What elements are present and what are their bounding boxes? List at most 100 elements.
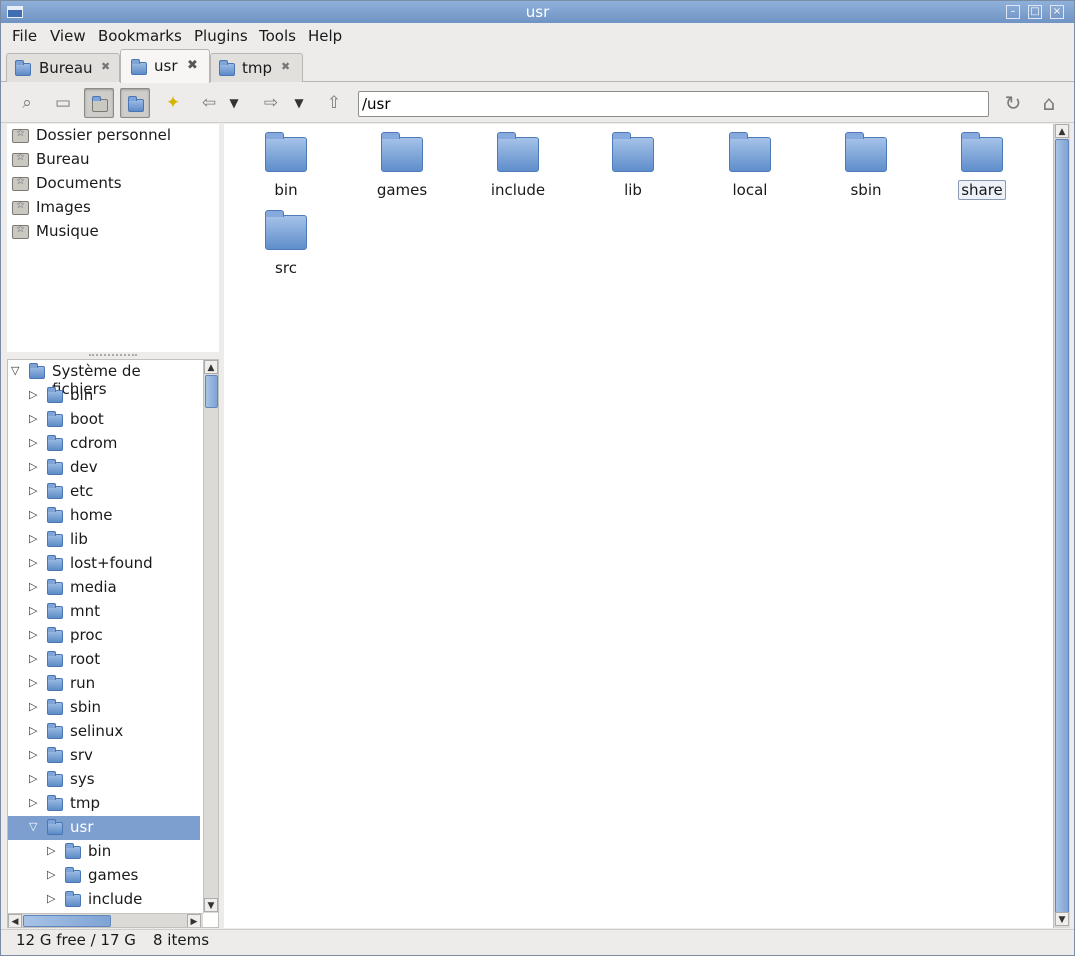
tree-root[interactable]: ▽ Système de fichiers: [8, 360, 200, 398]
expand-icon[interactable]: ▷: [29, 700, 37, 713]
place-home[interactable]: Dossier personnel: [7, 124, 219, 148]
maximize-icon[interactable]: □: [1028, 5, 1042, 19]
tree-item[interactable]: ▷ run: [8, 672, 200, 696]
expand-icon[interactable]: ▷: [29, 412, 37, 425]
expand-icon[interactable]: ▷: [47, 892, 55, 905]
file-view-scrollbar[interactable]: ▲ ▼: [1053, 124, 1070, 928]
tree-item[interactable]: ▷ dev: [8, 456, 200, 480]
expand-icon[interactable]: ▷: [29, 484, 37, 497]
folder-item[interactable]: local: [700, 124, 800, 200]
folder-item[interactable]: include: [468, 124, 568, 200]
expand-icon[interactable]: ▷: [29, 388, 37, 401]
collapse-icon[interactable]: ▽: [29, 820, 37, 833]
scroll-thumb[interactable]: [1055, 139, 1069, 913]
tree-item[interactable]: ▷ lost+found: [8, 552, 200, 576]
place-musique[interactable]: Musique: [7, 220, 219, 244]
find-icon[interactable]: ⌕: [12, 88, 42, 118]
minimize-icon[interactable]: –: [1006, 5, 1020, 19]
back-dropdown-icon[interactable]: ▼: [225, 88, 243, 118]
collapse-icon[interactable]: ▽: [11, 364, 19, 377]
scroll-thumb[interactable]: [205, 375, 218, 408]
tab-bureau[interactable]: Bureau ✖: [6, 53, 120, 82]
title-bar[interactable]: usr – □ ×: [1, 1, 1074, 23]
expand-icon[interactable]: ▷: [29, 748, 37, 761]
expand-icon[interactable]: ▷: [29, 556, 37, 569]
expand-icon[interactable]: ▷: [29, 676, 37, 689]
expand-icon[interactable]: ▷: [29, 628, 37, 641]
folder-item[interactable]: src: [236, 202, 336, 278]
tree-item[interactable]: ▷ srv: [8, 744, 200, 768]
tree-item-selected[interactable]: ▽ usr: [8, 816, 200, 840]
scroll-up-icon[interactable]: ▲: [1055, 124, 1069, 138]
expand-icon[interactable]: ▷: [47, 844, 55, 857]
tree-item[interactable]: ▷ tmp: [8, 792, 200, 816]
bookmark-icon[interactable]: ✦: [158, 88, 188, 118]
expand-icon[interactable]: ▷: [29, 604, 37, 617]
expand-icon[interactable]: ▷: [29, 724, 37, 737]
menu-bookmarks[interactable]: Bookmarks: [98, 27, 182, 45]
tab-close-icon[interactable]: ✖: [187, 58, 198, 73]
tab-usr[interactable]: usr ✖: [120, 49, 210, 83]
scroll-thumb[interactable]: [23, 915, 111, 927]
tree-item[interactable]: ▷ etc: [8, 480, 200, 504]
tree-item[interactable]: ▷ cdrom: [8, 432, 200, 456]
home-icon[interactable]: ⌂: [1034, 88, 1064, 118]
menu-help[interactable]: Help: [308, 27, 342, 45]
tree-item[interactable]: ▷ proc: [8, 624, 200, 648]
reload-icon[interactable]: ↻: [998, 88, 1028, 118]
expand-icon[interactable]: ▷: [29, 532, 37, 545]
tree-item[interactable]: ▷ sbin: [8, 696, 200, 720]
menu-file[interactable]: File: [12, 27, 37, 45]
tree-item[interactable]: ▷ sys: [8, 768, 200, 792]
expand-icon[interactable]: ▷: [29, 436, 37, 449]
tree-item[interactable]: ▷ media: [8, 576, 200, 600]
folder-item[interactable]: lib: [583, 124, 683, 200]
folder-item-selected[interactable]: share: [932, 124, 1032, 200]
panel-splitter[interactable]: [7, 352, 219, 359]
tree-vertical-scrollbar[interactable]: ▲ ▼: [203, 360, 218, 913]
place-bureau[interactable]: Bureau: [7, 148, 219, 172]
expand-icon[interactable]: ▷: [47, 868, 55, 881]
tree-item[interactable]: ▷ mnt: [8, 600, 200, 624]
tree-item[interactable]: ▷ root: [8, 648, 200, 672]
expand-icon[interactable]: ▷: [29, 772, 37, 785]
expand-icon[interactable]: ▷: [29, 580, 37, 593]
scroll-up-icon[interactable]: ▲: [204, 360, 218, 374]
folder-item[interactable]: sbin: [816, 124, 916, 200]
tree-child-item[interactable]: ▷ games: [8, 864, 200, 888]
tree-item[interactable]: ▷ lib: [8, 528, 200, 552]
tree-child-item[interactable]: ▷ include: [8, 888, 200, 912]
tab-close-icon[interactable]: ✖: [101, 60, 110, 73]
expand-icon[interactable]: ▷: [29, 460, 37, 473]
scroll-down-icon[interactable]: ▼: [204, 898, 218, 912]
tree-icon[interactable]: [120, 88, 150, 118]
forward-icon[interactable]: ⇨: [256, 88, 286, 118]
up-icon[interactable]: ⇧: [319, 88, 349, 118]
place-documents[interactable]: Documents: [7, 172, 219, 196]
menu-view[interactable]: View: [50, 27, 86, 45]
expand-icon[interactable]: ▷: [29, 652, 37, 665]
tree-item[interactable]: ▷ bin: [8, 384, 200, 408]
forward-dropdown-icon[interactable]: ▼: [290, 88, 308, 118]
tree-horizontal-scrollbar[interactable]: ◀ ▶: [8, 913, 203, 927]
app-icon[interactable]: [7, 6, 23, 18]
place-images[interactable]: Images: [7, 196, 219, 220]
tab-close-icon[interactable]: ✖: [281, 60, 290, 73]
back-icon[interactable]: ⇦: [194, 88, 224, 118]
scroll-left-icon[interactable]: ◀: [8, 914, 22, 927]
scroll-down-icon[interactable]: ▼: [1055, 912, 1069, 926]
scroll-right-icon[interactable]: ▶: [187, 914, 201, 927]
expand-icon[interactable]: ▷: [29, 508, 37, 521]
tree-child-item[interactable]: ▷ bin: [8, 840, 200, 864]
close-icon[interactable]: ×: [1050, 5, 1064, 19]
disk-icon[interactable]: ▭: [48, 88, 78, 118]
tree-item[interactable]: ▷ boot: [8, 408, 200, 432]
folder-item[interactable]: games: [352, 124, 452, 200]
tree-item[interactable]: ▷ selinux: [8, 720, 200, 744]
places-icon[interactable]: [84, 88, 114, 118]
menu-tools[interactable]: Tools: [259, 27, 296, 45]
expand-icon[interactable]: ▷: [29, 796, 37, 809]
tab-tmp[interactable]: tmp ✖: [210, 53, 303, 82]
folder-item[interactable]: bin: [236, 124, 336, 200]
location-input[interactable]: [358, 91, 989, 117]
